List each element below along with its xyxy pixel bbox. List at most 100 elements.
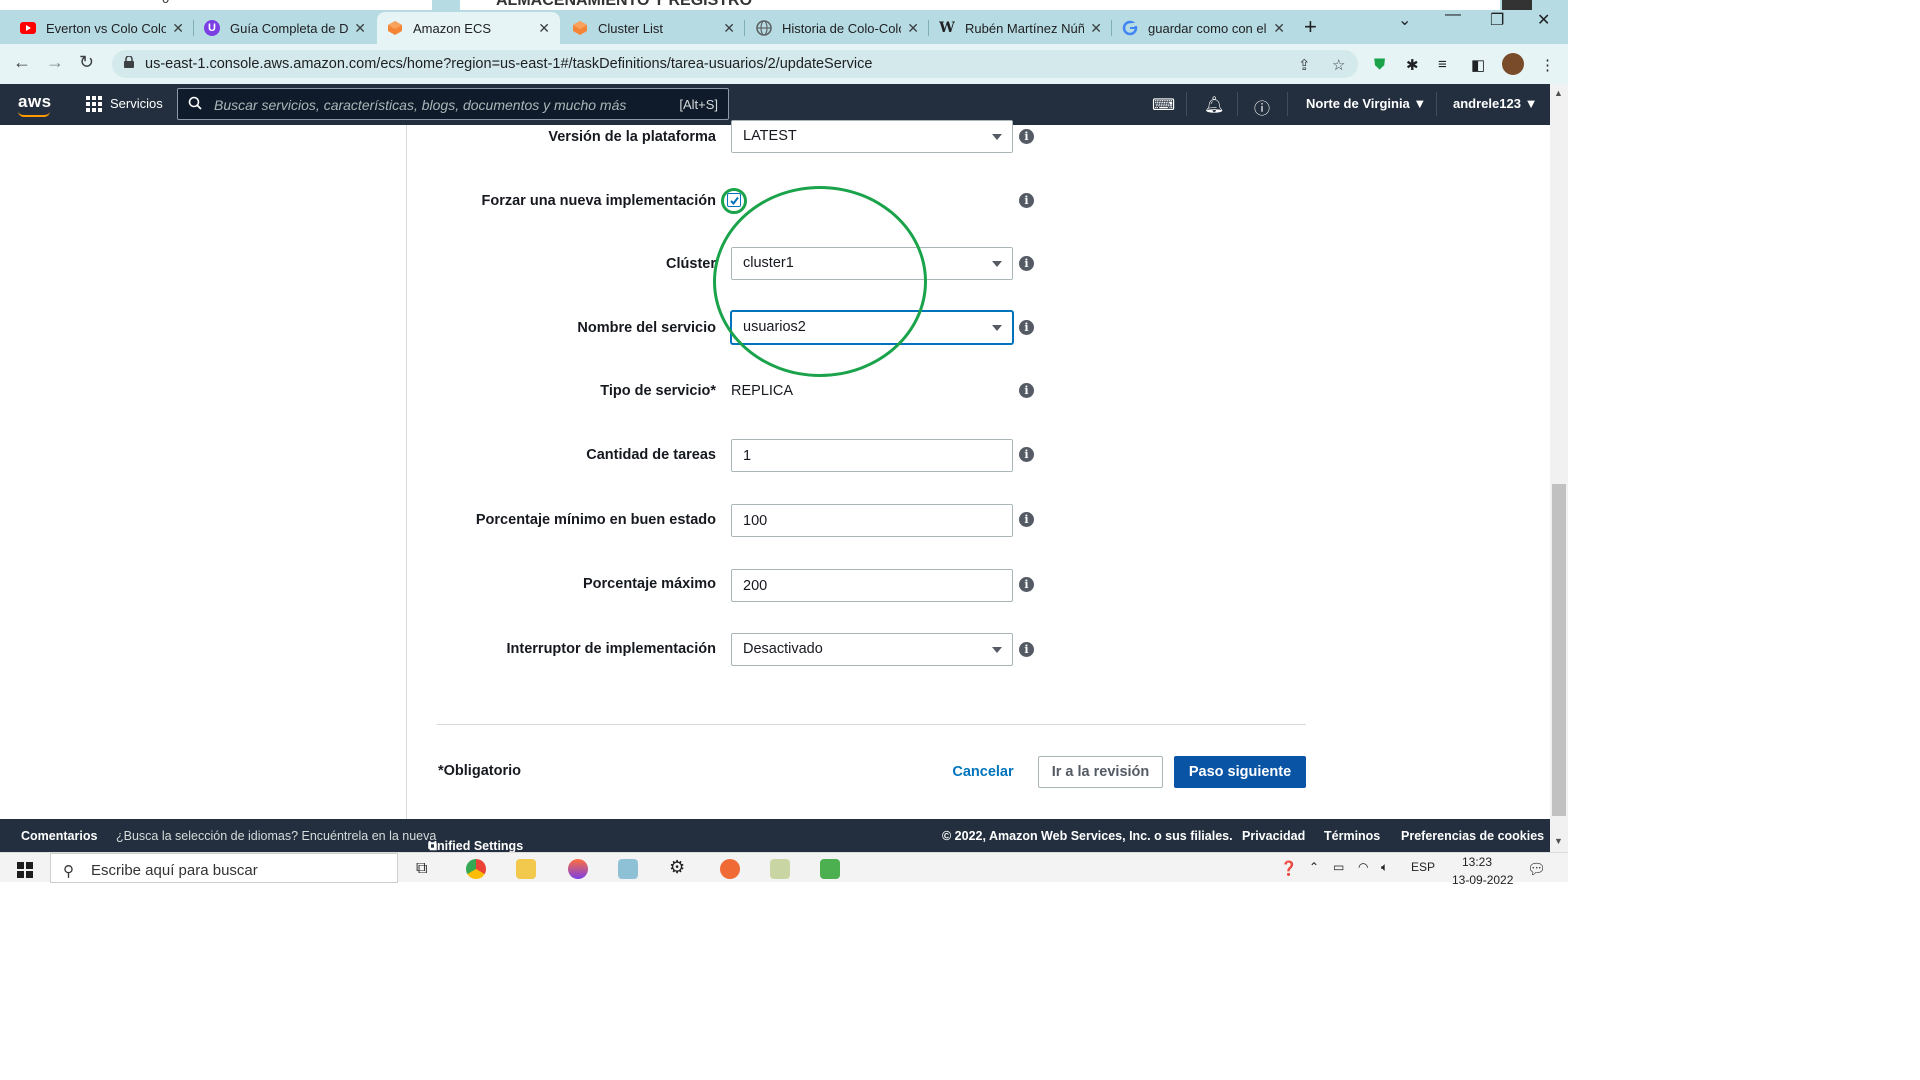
required-note: *Obligatorio	[438, 763, 521, 779]
notifications-icon[interactable]: 💬︎	[1527, 860, 1546, 878]
notifications-bell-icon[interactable]: 🔔︎	[1204, 95, 1224, 115]
circuit-breaker-select[interactable]: Desactivado	[731, 633, 1013, 666]
feedback-link[interactable]: Comentarios	[21, 829, 97, 843]
windows-start-icon[interactable]	[17, 862, 33, 878]
close-tab-icon[interactable]: ✕	[1273, 20, 1285, 37]
app-drop-icon[interactable]	[568, 859, 588, 879]
tab-label: Everton vs Colo Colo (	[46, 20, 167, 36]
info-icon[interactable]: i	[1019, 383, 1034, 398]
clock-time[interactable]: 13:23	[1462, 855, 1492, 869]
info-icon[interactable]: i	[1019, 129, 1034, 144]
clock-date[interactable]: 13-09-2022	[1452, 873, 1513, 887]
close-tab-icon[interactable]: ✕	[172, 20, 184, 37]
info-icon[interactable]: i	[1019, 193, 1034, 208]
circuit-breaker-value: Desactivado	[743, 641, 823, 657]
side-panel-icon[interactable]: ◧	[1471, 56, 1485, 74]
caret-down-icon: ▼	[1413, 96, 1427, 111]
task-count-input[interactable]	[731, 439, 1013, 472]
tab-search-icon[interactable]: ⌄	[1398, 10, 1411, 30]
globe-icon	[756, 20, 772, 36]
battery-icon[interactable]: ▭	[1333, 860, 1344, 874]
close-tab-icon[interactable]: ✕	[907, 20, 919, 37]
bookmark-star-icon[interactable]: ☆	[1332, 56, 1345, 74]
tab-label: guardar como con el	[1148, 20, 1267, 36]
reload-icon[interactable]: ↻	[79, 52, 94, 73]
app-orange-icon[interactable]	[720, 859, 740, 879]
paint-icon[interactable]	[770, 859, 790, 879]
file-explorer-icon[interactable]	[516, 859, 536, 879]
extensions-puzzle-icon[interactable]: ✱	[1406, 56, 1419, 74]
user-menu[interactable]: andrele123 ▼	[1453, 96, 1537, 111]
scroll-down-icon[interactable]: ▼	[1554, 836, 1563, 846]
info-icon[interactable]: i	[1019, 512, 1034, 527]
aws-logo[interactable]: aws	[18, 92, 52, 117]
share-icon[interactable]: ⇪	[1298, 56, 1311, 74]
windows-taskbar: ⚲ Escribe aquí para buscar ⧉ ⚙ ❓ ⌃ ▭ ◠ 🔈…	[0, 852, 1568, 887]
taskbar-search-input[interactable]: ⚲ Escribe aquí para buscar	[50, 853, 398, 883]
extension-shield-icon[interactable]: ⛊	[1374, 56, 1385, 73]
info-icon[interactable]: i	[1019, 577, 1034, 592]
caret-down-icon	[992, 325, 1002, 331]
tab-cluster-list[interactable]: Cluster List ✕	[562, 12, 745, 44]
privacy-link[interactable]: Privacidad	[1242, 829, 1305, 843]
new-tab-icon[interactable]: +	[1304, 14, 1317, 40]
info-icon[interactable]: i	[1019, 256, 1034, 271]
caret-down-icon	[992, 134, 1002, 140]
tray-chevron-up-icon[interactable]: ⌃	[1309, 860, 1319, 874]
app-book-icon[interactable]	[618, 859, 638, 879]
chrome-menu-icon[interactable]: ⋮	[1540, 56, 1555, 74]
minimize-icon[interactable]: —	[1445, 6, 1461, 24]
help-icon[interactable]: ⓘ	[1254, 95, 1270, 119]
page-scrollbar[interactable]: ▲ ▼	[1550, 84, 1568, 852]
back-icon[interactable]: ←	[13, 52, 31, 73]
next-step-button[interactable]: Paso siguiente	[1174, 756, 1306, 788]
tab-guia[interactable]: U Guía Completa de Do ✕	[194, 12, 376, 44]
task-view-icon[interactable]: ⧉	[416, 860, 427, 878]
info-icon[interactable]: i	[1019, 320, 1034, 335]
restore-icon[interactable]: ❐	[1490, 10, 1504, 30]
aws-search-input[interactable]: Buscar servicios, características, blogs…	[177, 88, 729, 120]
profile-avatar[interactable]	[1502, 53, 1524, 75]
omnibox[interactable]: us-east-1.console.aws.amazon.com/ecs/hom…	[112, 50, 1358, 78]
app-chart-icon[interactable]	[820, 859, 840, 879]
cookie-preferences-link[interactable]: Preferencias de cookies	[1401, 829, 1544, 843]
caret-down-icon: ▼	[1524, 96, 1538, 111]
tab-historia[interactable]: Historia de Colo-Colo ✕	[746, 12, 929, 44]
services-grid-icon[interactable]	[86, 96, 102, 112]
platform-version-select[interactable]: LATEST	[731, 120, 1013, 153]
help-tray-icon[interactable]: ❓	[1280, 860, 1297, 877]
close-tab-icon[interactable]: ✕	[538, 20, 550, 37]
close-tab-icon[interactable]: ✕	[723, 20, 735, 37]
info-icon[interactable]: i	[1019, 447, 1034, 462]
keyboard-language[interactable]: ESP	[1411, 860, 1435, 874]
tab-amazon-ecs[interactable]: Amazon ECS ✕	[377, 12, 560, 44]
tab-google[interactable]: guardar como con el ✕	[1112, 12, 1295, 44]
max-percent-input[interactable]	[731, 569, 1013, 602]
language-prompt: ¿Busca la selección de idiomas? Encuéntr…	[116, 829, 437, 843]
aws-top-nav: aws Servicios Buscar servicios, caracter…	[0, 84, 1550, 125]
wifi-icon[interactable]: ◠	[1358, 860, 1368, 874]
background-document-right: ALMACENAMIENTO Y REGISTRO	[460, 0, 1500, 10]
services-menu[interactable]: Servicios	[110, 96, 163, 111]
tab-ruben[interactable]: W Rubén Martínez Núñe ✕	[929, 12, 1112, 44]
info-icon[interactable]: i	[1019, 642, 1034, 657]
volume-icon[interactable]: 🔈︎	[1381, 860, 1388, 875]
forward-icon[interactable]: →	[46, 52, 64, 73]
scrollbar-thumb[interactable]	[1552, 484, 1566, 816]
tab-everton[interactable]: Everton vs Colo Colo ( ✕	[10, 12, 194, 44]
cancel-button[interactable]: Cancelar	[941, 757, 1025, 787]
close-window-icon[interactable]: ✕	[1537, 10, 1550, 30]
close-tab-icon[interactable]: ✕	[354, 20, 366, 37]
media-control-icon[interactable]: ≡	[1438, 56, 1447, 73]
search-icon	[188, 96, 202, 110]
region-selector[interactable]: Norte de Virginia ▼	[1306, 96, 1426, 111]
settings-gear-icon[interactable]: ⚙	[669, 857, 685, 878]
go-to-review-button[interactable]: Ir a la revisión	[1038, 756, 1163, 788]
background-doc-heading: ALMACENAMIENTO Y REGISTRO	[496, 0, 753, 9]
min-healthy-percent-input[interactable]	[731, 504, 1013, 537]
chrome-taskbar-icon[interactable]	[466, 859, 486, 879]
close-tab-icon[interactable]: ✕	[1090, 20, 1102, 37]
scroll-up-icon[interactable]: ▲	[1554, 88, 1563, 98]
cloudshell-icon[interactable]: ⌨	[1152, 95, 1175, 115]
terms-link[interactable]: Términos	[1324, 829, 1380, 843]
